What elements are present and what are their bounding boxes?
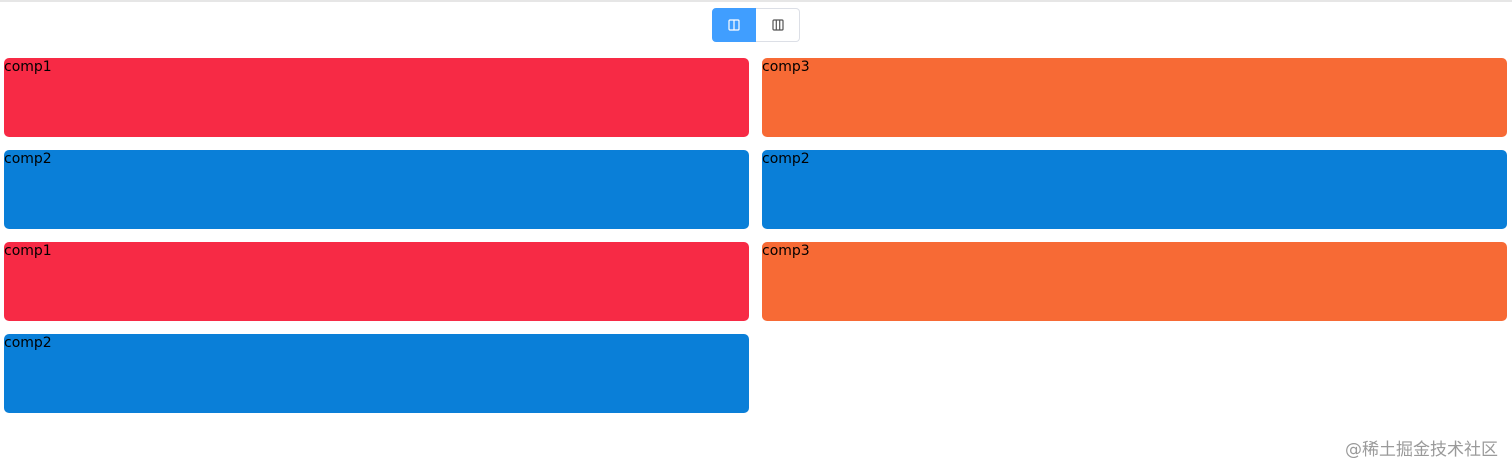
layout-toggle-group: [712, 8, 800, 42]
card-label: comp1: [4, 243, 52, 259]
component-card[interactable]: comp2: [4, 150, 749, 229]
watermark: @稀土掘金技术社区: [1345, 440, 1498, 460]
three-column-layout-button[interactable]: [756, 8, 800, 42]
two-column-layout-icon: [728, 19, 740, 31]
card-label: comp2: [4, 335, 52, 351]
component-card[interactable]: comp3: [762, 242, 1507, 321]
three-column-layout-icon: [771, 19, 784, 31]
top-divider: [0, 0, 1512, 2]
component-card[interactable]: comp2: [4, 334, 749, 413]
card-label: comp1: [4, 59, 52, 75]
component-card[interactable]: comp3: [762, 58, 1507, 137]
card-label: comp3: [762, 243, 810, 259]
component-card[interactable]: comp2: [762, 150, 1507, 229]
component-card[interactable]: comp1: [4, 58, 749, 137]
card-label: comp2: [762, 151, 810, 167]
component-card[interactable]: comp1: [4, 242, 749, 321]
card-label: comp3: [762, 59, 810, 75]
card-label: comp2: [4, 151, 52, 167]
two-column-layout-button[interactable]: [712, 8, 756, 42]
component-grid: comp1 comp3 comp2 comp2 comp1 comp3 comp…: [4, 58, 1507, 413]
